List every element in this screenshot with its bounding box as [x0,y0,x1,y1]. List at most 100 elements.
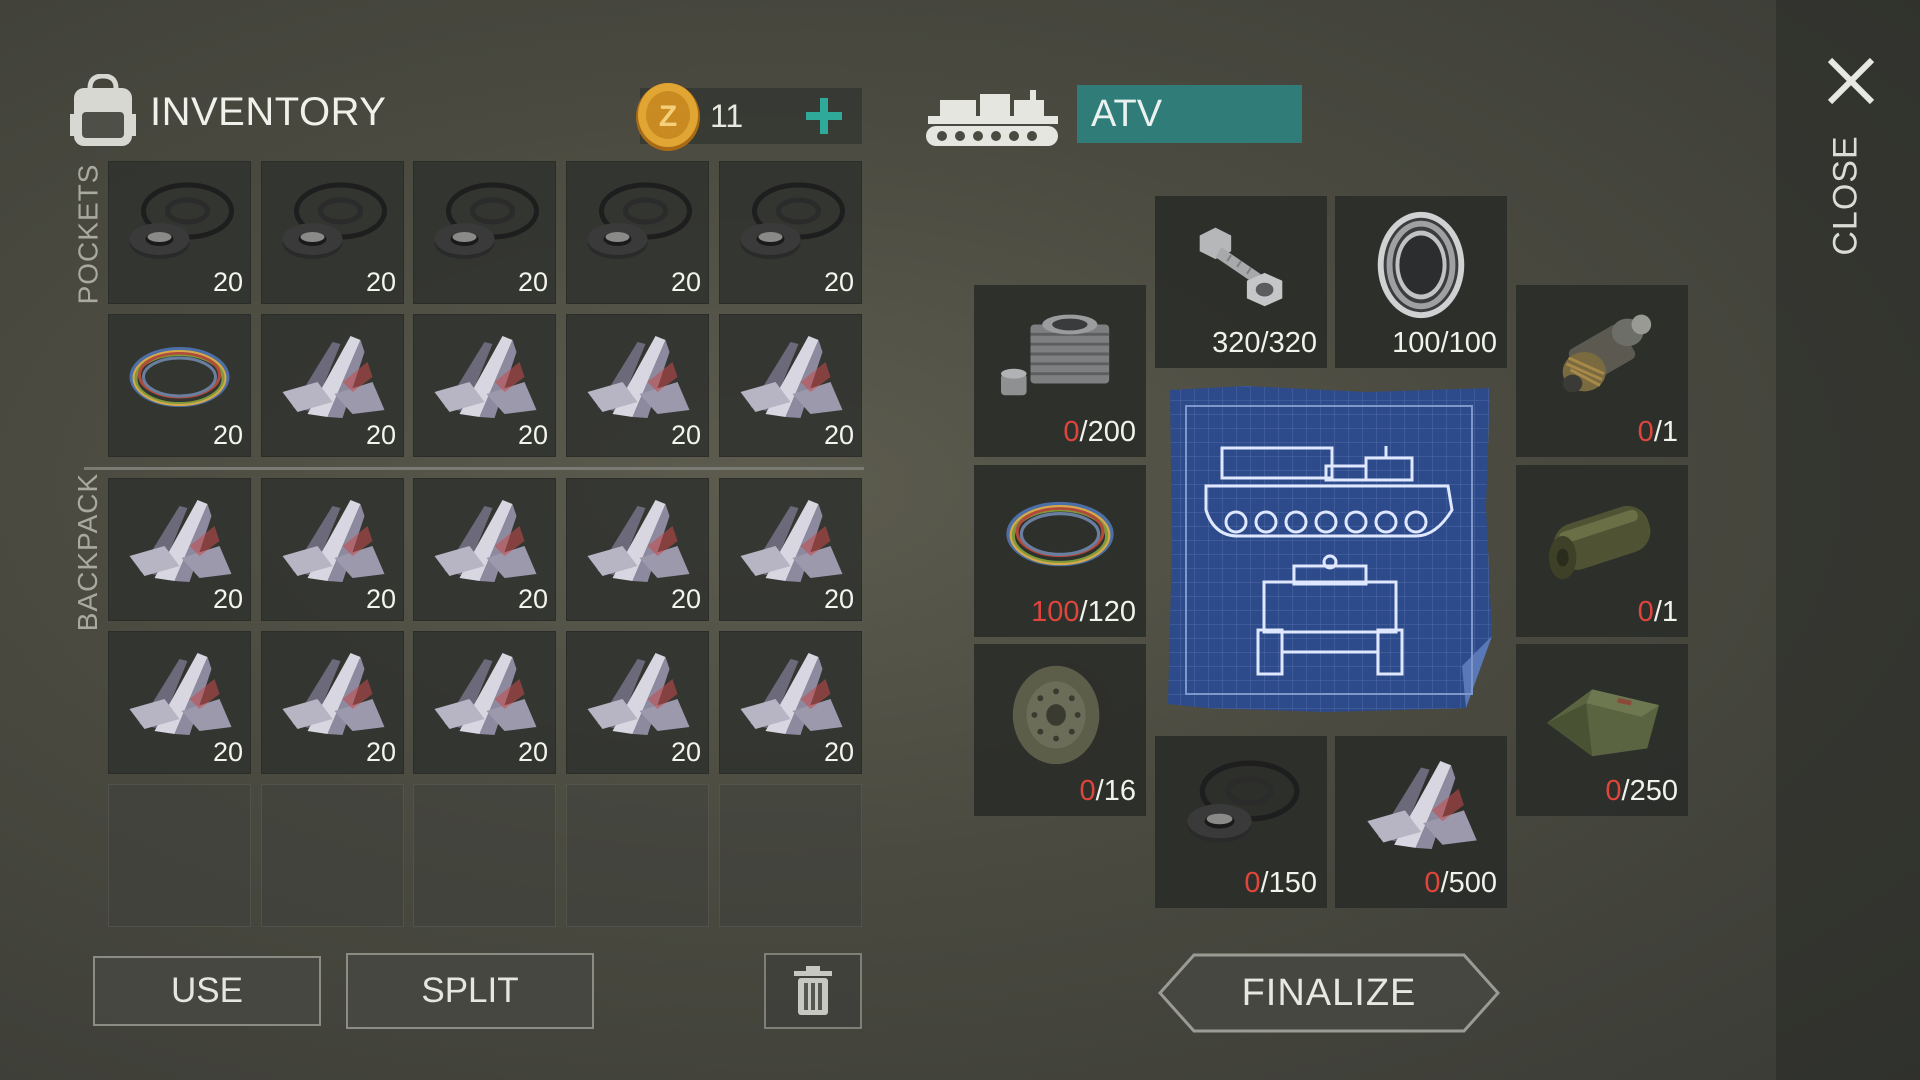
item-quantity: 20 [823,267,854,297]
engine-cylinder-icon [988,295,1132,413]
part-need-count: /1 [1653,416,1678,448]
bearing-icon [1349,206,1493,324]
item-quantity: 20 [823,420,854,450]
item-quantity: 20 [212,420,243,450]
metal-scrap-icon [423,639,546,749]
inventory-slot[interactable]: 20 [566,161,709,304]
item-quantity: 20 [212,737,243,767]
part-slot-tarp[interactable]: 0/250 [1516,644,1688,816]
part-have-count: 0 [1244,867,1261,899]
item-quantity: 20 [517,584,548,614]
inventory-slot[interactable]: 20 [566,631,709,774]
section-divider [84,467,864,470]
wire-coil-icon [988,475,1132,593]
item-quantity: 20 [670,737,701,767]
inventory-slot[interactable]: 20 [261,478,404,621]
inventory-slot[interactable]: 20 [719,631,862,774]
part-slot-road-wheel[interactable]: 0/16 [974,644,1146,816]
inventory-slot-empty[interactable] [719,784,862,927]
inventory-slot-empty[interactable] [261,784,404,927]
inventory-slot[interactable]: 20 [566,478,709,621]
finalize-button[interactable]: FINALIZE [1158,953,1500,1033]
svg-text:Z: Z [659,100,677,133]
inventory-slot[interactable]: 20 [413,161,556,304]
part-slot-rubber-seal[interactable]: 0/150 [1155,736,1327,908]
inventory-slot-empty[interactable] [413,784,556,927]
inventory-title: INVENTORY [150,89,387,134]
road-wheel-icon [988,654,1132,772]
part-requirement: 0/250 [1605,775,1678,808]
item-quantity: 20 [212,267,243,297]
part-slot-bearing[interactable]: 100/100 [1335,196,1507,368]
item-quantity: 20 [517,267,548,297]
metal-scrap-icon [576,322,699,432]
close-button[interactable]: CLOSE [1816,135,1876,255]
metal-scrap-icon [576,486,699,596]
inventory-slot[interactable]: 20 [719,478,862,621]
plus-icon[interactable] [802,94,846,138]
part-have-count: 100 [1392,327,1441,359]
pockets-label: POCKETS [72,163,103,305]
part-requirement: 0/1 [1638,596,1678,629]
part-slot-gearbox[interactable]: 0/1 [1516,285,1688,457]
metal-scrap-icon [118,486,241,596]
inventory-slot[interactable]: 20 [261,631,404,774]
item-quantity: 20 [517,737,548,767]
item-quantity: 20 [517,420,548,450]
inventory-slot[interactable]: 20 [719,314,862,457]
item-quantity: 20 [670,420,701,450]
part-need-count: /250 [1621,775,1678,807]
part-need-count: /100 [1440,327,1497,359]
split-button[interactable]: SPLIT [346,953,594,1029]
inventory-slot[interactable]: 20 [413,631,556,774]
metal-scrap-icon [423,486,546,596]
backpack-label: BACKPACK [72,472,104,632]
close-label: CLOSE [1826,134,1865,256]
part-slot-metal-scrap[interactable]: 0/500 [1335,736,1507,908]
part-slot-engine-cylinder[interactable]: 0/200 [974,285,1146,457]
part-have-count: 0 [1063,416,1080,448]
item-quantity: 20 [365,267,396,297]
part-slot-fuel-tank[interactable]: 0/1 [1516,465,1688,637]
part-have-count: 100 [1031,596,1080,628]
vehicle-name-field[interactable]: ATV [1077,85,1302,143]
inventory-slot[interactable]: 20 [108,631,251,774]
part-slot-bolts[interactable]: 320/320 [1155,196,1327,368]
part-requirement: 0/1 [1638,416,1678,449]
part-slot-wire-coil[interactable]: 100/120 [974,465,1146,637]
coin-icon: Z [636,83,700,151]
rubber-seal-icon [576,169,699,279]
inventory-slot[interactable]: 20 [108,478,251,621]
delete-button[interactable] [764,953,862,1029]
rubber-seal-icon [729,169,852,279]
metal-scrap-icon [271,322,394,432]
inventory-slot[interactable]: 20 [108,314,251,457]
inventory-slot[interactable]: 20 [108,161,251,304]
item-quantity: 20 [365,737,396,767]
close-icon[interactable] [1824,54,1878,108]
metal-scrap-icon [1349,746,1493,864]
inventory-slot[interactable]: 20 [261,314,404,457]
item-quantity: 20 [365,584,396,614]
item-quantity: 20 [365,420,396,450]
inventory-header: INVENTORY [68,72,386,152]
inventory-slot[interactable]: 20 [413,314,556,457]
part-need-count: /16 [1095,775,1136,807]
metal-scrap-icon [271,486,394,596]
inventory-slot-empty[interactable] [108,784,251,927]
trash-icon [794,966,832,1015]
metal-scrap-icon [271,639,394,749]
item-quantity: 20 [670,267,701,297]
metal-scrap-icon [729,639,852,749]
inventory-slot[interactable]: 20 [413,478,556,621]
rubber-seal-icon [423,169,546,279]
tarp-icon [1530,654,1674,772]
metal-scrap-icon [118,639,241,749]
metal-scrap-icon [423,322,546,432]
metal-scrap-icon [729,322,852,432]
inventory-slot[interactable]: 20 [261,161,404,304]
inventory-slot[interactable]: 20 [566,314,709,457]
use-button[interactable]: USE [93,956,321,1026]
inventory-slot[interactable]: 20 [719,161,862,304]
inventory-slot-empty[interactable] [566,784,709,927]
